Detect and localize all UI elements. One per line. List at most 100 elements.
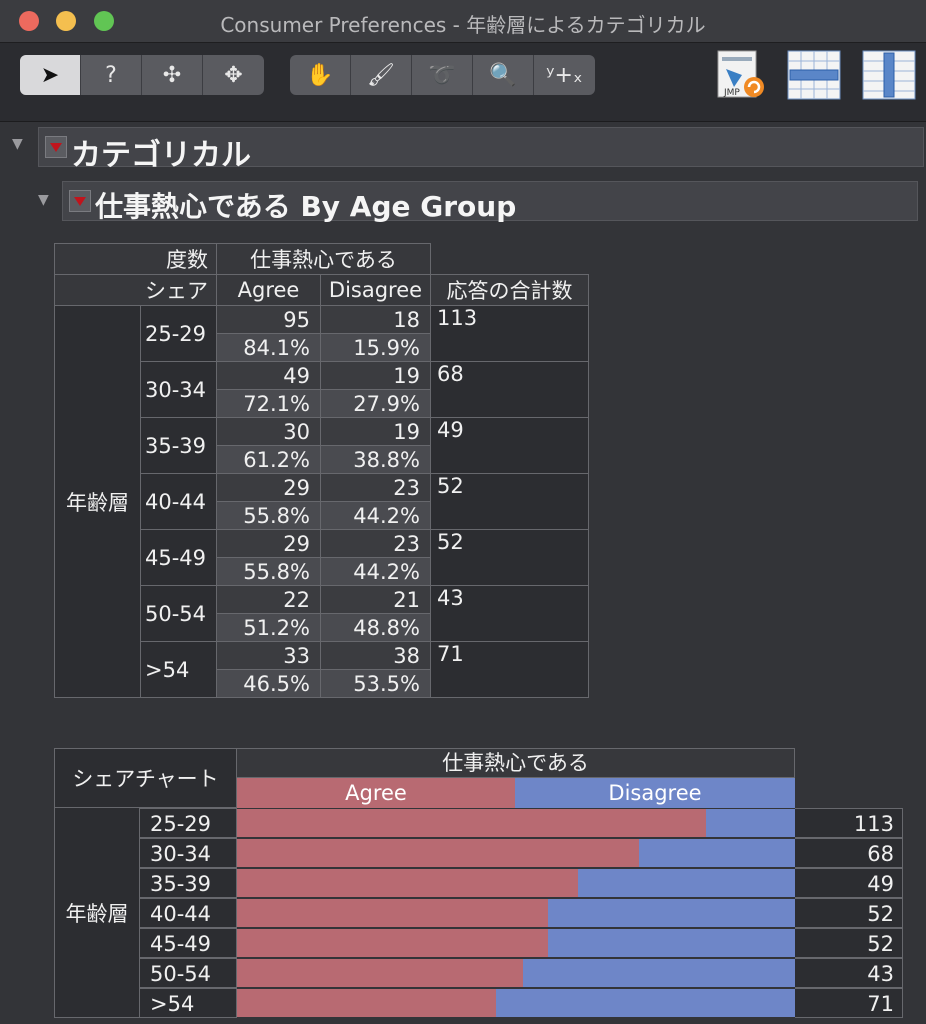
chart-category-label: 25-29 bbox=[140, 808, 237, 838]
chart-row-total: 52 bbox=[795, 928, 903, 958]
share-agree: 55.8% bbox=[216, 501, 321, 530]
share-disagree: 38.8% bbox=[320, 445, 431, 474]
count-agree: 29 bbox=[216, 473, 321, 502]
corner-label-share: シェア bbox=[54, 274, 217, 306]
share-disagree: 27.9% bbox=[320, 389, 431, 418]
tool-group-selection: ➤? ✣ ✥ bbox=[20, 55, 264, 95]
bar-agree[interactable] bbox=[237, 959, 523, 987]
magnifier-icon[interactable]: 🔍 bbox=[473, 55, 534, 95]
bar-disagree[interactable] bbox=[548, 899, 795, 927]
help-question-icon[interactable]: ? bbox=[81, 55, 142, 95]
contingency-table: 度数 仕事熱心である シェア Agree Disagree 応答の合計数 年齢層… bbox=[54, 243, 589, 698]
bar-disagree[interactable] bbox=[639, 839, 795, 867]
count-disagree: 21 bbox=[320, 585, 431, 614]
chart-category-label: 30-34 bbox=[140, 838, 237, 868]
share-chart-label: シェアチャート bbox=[54, 748, 237, 808]
row-total: 68 bbox=[430, 361, 589, 418]
column-header-disagree: Disagree bbox=[320, 274, 431, 306]
age-row-label: >54 bbox=[140, 641, 217, 698]
count-agree: 33 bbox=[216, 641, 321, 670]
crosshair-select-icon[interactable]: ✣ bbox=[142, 55, 203, 95]
count-agree: 22 bbox=[216, 585, 321, 614]
outline-subtitle: 仕事熱心である By Age Group bbox=[95, 190, 517, 223]
bar-agree[interactable] bbox=[237, 929, 549, 957]
row-group-label: 年齢層 bbox=[54, 305, 141, 698]
bar-agree[interactable] bbox=[237, 869, 579, 897]
bar-disagree[interactable] bbox=[522, 959, 795, 987]
bar-disagree[interactable] bbox=[706, 809, 795, 837]
disclosure-triangle-icon[interactable]: ▼ bbox=[38, 192, 49, 208]
legend-disagree: Disagree bbox=[515, 778, 795, 808]
chart-category-label: 35-39 bbox=[140, 868, 237, 898]
row-total: 52 bbox=[430, 473, 589, 530]
share-agree: 72.1% bbox=[216, 389, 321, 418]
row-total: 43 bbox=[430, 585, 589, 642]
bar-disagree[interactable] bbox=[496, 989, 795, 1017]
bar-agree[interactable] bbox=[237, 809, 707, 837]
arrow-pointer-icon[interactable]: ➤ bbox=[20, 55, 81, 95]
jmp-label: JMP bbox=[723, 88, 740, 98]
count-disagree: 23 bbox=[320, 473, 431, 502]
row-total: 113 bbox=[430, 305, 589, 362]
chart-category-label: 40-44 bbox=[140, 898, 237, 928]
response-header: 仕事熱心である bbox=[216, 243, 431, 275]
column-layout-icon[interactable] bbox=[861, 47, 917, 103]
chart-category-label: >54 bbox=[140, 988, 237, 1018]
count-disagree: 38 bbox=[320, 641, 431, 670]
row-layout-icon[interactable] bbox=[786, 47, 842, 103]
window-title: Consumer Preferences - 年齢層によるカテゴリカル bbox=[220, 13, 706, 37]
tools-toolbar: ➤? ✣ ✥ ✋ 🖌 ➰ 🔍 ʸ+ₓ JMP bbox=[0, 43, 926, 122]
tool-group-interaction: ✋ 🖌 ➰ 🔍 ʸ+ₓ bbox=[290, 55, 595, 95]
row-total: 49 bbox=[430, 417, 589, 474]
window-titlebar: Consumer Preferences - 年齢層によるカテゴリカル bbox=[0, 0, 926, 43]
red-triangle-menu-icon[interactable] bbox=[69, 190, 91, 212]
share-agree: 51.2% bbox=[216, 613, 321, 642]
bar-disagree[interactable] bbox=[578, 869, 795, 897]
jmp-script-icon[interactable]: JMP bbox=[712, 47, 768, 103]
report-content: ▼ カテゴリカル ▼ 仕事熱心である By Age Group 度数 仕事熱心で… bbox=[0, 122, 926, 1024]
grabber-hand-icon[interactable]: ✋ bbox=[290, 55, 351, 95]
chart-category-label: 45-49 bbox=[140, 928, 237, 958]
outline-by-age-group: 仕事熱心である By Age Group bbox=[62, 181, 918, 223]
share-disagree: 44.2% bbox=[320, 557, 431, 586]
count-disagree: 19 bbox=[320, 361, 431, 390]
count-disagree: 23 bbox=[320, 529, 431, 558]
chart-row-total: 43 bbox=[795, 958, 903, 988]
share-chart-row-group: 年齢層 bbox=[54, 808, 140, 1018]
chart-row-total: 68 bbox=[795, 838, 903, 868]
chart-row-total: 52 bbox=[795, 898, 903, 928]
red-triangle-menu-icon[interactable] bbox=[45, 136, 67, 158]
count-agree: 29 bbox=[216, 529, 321, 558]
chart-row-total: 113 bbox=[795, 808, 903, 838]
count-disagree: 19 bbox=[320, 417, 431, 446]
count-disagree: 18 bbox=[320, 305, 431, 334]
count-agree: 49 bbox=[216, 361, 321, 390]
age-row-label: 40-44 bbox=[140, 473, 217, 530]
share-agree: 61.2% bbox=[216, 445, 321, 474]
xy-annotate-icon[interactable]: ʸ+ₓ bbox=[534, 55, 595, 95]
share-agree: 55.8% bbox=[216, 557, 321, 586]
row-total: 71 bbox=[430, 641, 589, 698]
move-arrows-icon[interactable]: ✥ bbox=[203, 55, 264, 95]
bar-disagree[interactable] bbox=[548, 929, 795, 957]
outline-title: カテゴリカル bbox=[71, 138, 251, 173]
bar-agree[interactable] bbox=[237, 989, 497, 1017]
bar-agree[interactable] bbox=[237, 839, 640, 867]
share-chart-response-header: 仕事熱心である bbox=[237, 748, 795, 778]
share-agree: 46.5% bbox=[216, 669, 321, 698]
corner-label-count: 度数 bbox=[54, 243, 217, 275]
share-disagree: 48.8% bbox=[320, 613, 431, 642]
bar-agree[interactable] bbox=[237, 899, 549, 927]
age-row-label: 45-49 bbox=[140, 529, 217, 586]
share-agree: 84.1% bbox=[216, 333, 321, 362]
lasso-icon[interactable]: ➰ bbox=[412, 55, 473, 95]
age-row-label: 25-29 bbox=[140, 305, 217, 362]
share-disagree: 44.2% bbox=[320, 501, 431, 530]
chart-category-label: 50-54 bbox=[140, 958, 237, 988]
age-row-label: 30-34 bbox=[140, 361, 217, 418]
disclosure-triangle-icon[interactable]: ▼ bbox=[12, 136, 23, 152]
share-disagree: 53.5% bbox=[320, 669, 431, 698]
age-row-label: 50-54 bbox=[140, 585, 217, 642]
brush-icon[interactable]: 🖌 bbox=[351, 55, 412, 95]
count-agree: 95 bbox=[216, 305, 321, 334]
